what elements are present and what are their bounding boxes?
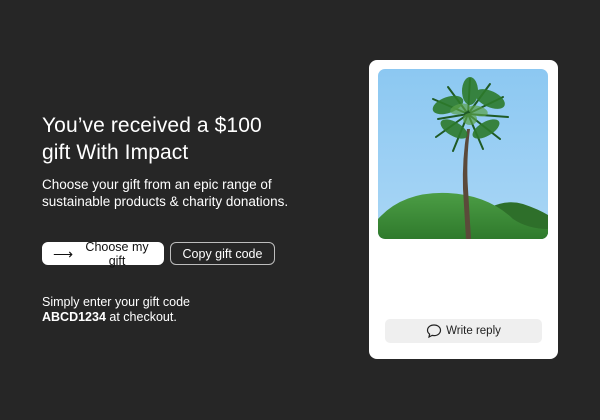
headline: You’ve received a $100 gift With Impact xyxy=(42,112,342,166)
action-buttons: ⟶ Choose my gift Copy gift code xyxy=(42,239,342,268)
copy-gift-code-button[interactable]: Copy gift code xyxy=(170,242,275,265)
gift-code-instructions: Simply enter your gift code ABCD1234 at … xyxy=(42,295,342,325)
choose-gift-label: Choose my gift xyxy=(85,239,149,268)
write-reply-label: Write reply xyxy=(446,325,501,337)
gift-card: Write reply xyxy=(369,60,558,359)
code-instruction-line-2: ABCD1234 at checkout. xyxy=(42,310,342,325)
subtext-line-2: sustainable products & charity donations… xyxy=(42,194,289,209)
write-reply-button[interactable]: Write reply xyxy=(385,319,542,343)
palm-tree-image xyxy=(378,69,548,239)
palm-tree-illustration xyxy=(378,69,548,239)
gift-code: ABCD1234 xyxy=(42,310,106,324)
subtext-line-1: Choose your gift from an epic range of xyxy=(42,177,272,192)
speech-bubble-icon xyxy=(426,323,442,339)
copy-gift-code-label: Copy gift code xyxy=(182,246,263,261)
headline-line-1: You’ve received a $100 xyxy=(42,114,262,137)
code-instruction-line-1: Simply enter your gift code xyxy=(42,295,190,309)
subtext: Choose your gift from an epic range of s… xyxy=(42,176,342,210)
headline-line-2: gift With Impact xyxy=(42,141,189,164)
choose-gift-button[interactable]: ⟶ Choose my gift xyxy=(42,239,164,268)
code-instruction-suffix: at checkout. xyxy=(105,310,177,324)
gift-hero: You’ve received a $100 gift With Impact … xyxy=(42,112,342,325)
arrow-right-icon: ⟶ xyxy=(53,245,74,262)
